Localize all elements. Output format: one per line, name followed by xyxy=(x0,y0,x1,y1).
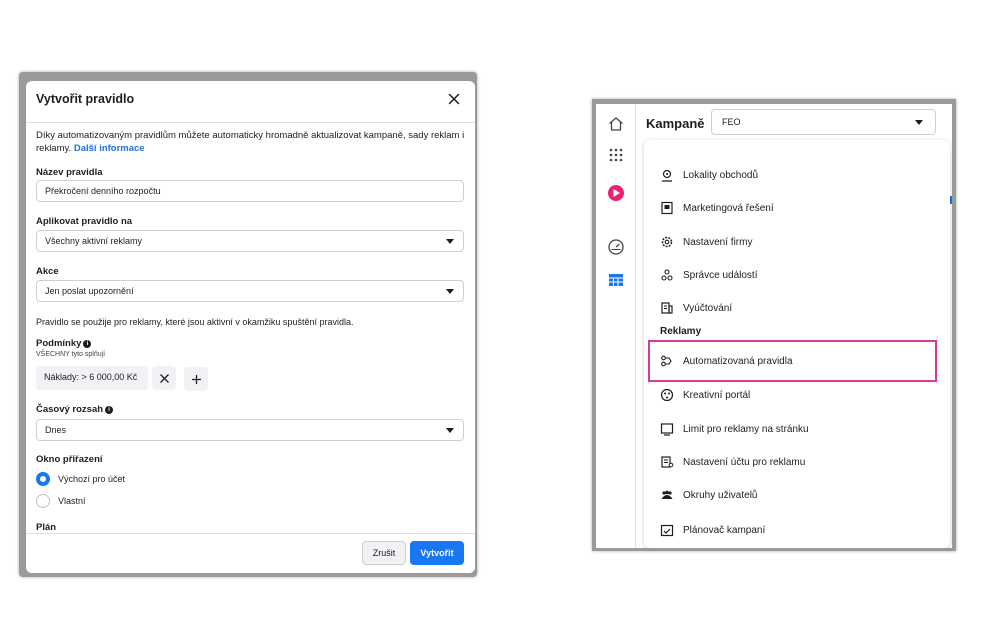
create-button[interactable]: Vytvořit xyxy=(410,541,464,565)
menu-item-store-locations[interactable]: Lokality obchodů xyxy=(660,166,758,184)
close-icon[interactable] xyxy=(445,90,463,108)
menu-item-label: Nastavení účtu pro reklamu xyxy=(683,456,806,468)
info-icon[interactable]: i xyxy=(105,406,114,414)
chevron-down-icon xyxy=(446,428,454,433)
left-nav-rail xyxy=(596,104,636,548)
menu-item-label: Marketingová řešení xyxy=(683,202,774,214)
plus-icon xyxy=(191,374,201,384)
menu-item-creative-hub[interactable]: Kreativní portál xyxy=(660,386,750,404)
campaigns-panel: Kampaně FEO Lokality obchodů Marketingov… xyxy=(596,104,952,548)
store-location-icon xyxy=(660,168,674,182)
menu-item-label: Lokality obchodů xyxy=(683,169,759,181)
grid-menu-icon[interactable] xyxy=(606,145,626,165)
attribution-label: Okno přiřazení xyxy=(36,454,103,465)
menu-item-label: Vyúčtování xyxy=(683,302,733,314)
attribution-option-custom[interactable]: Vlastní xyxy=(36,493,86,509)
page-title: Kampaně xyxy=(646,116,705,131)
menu-item-label: Limit pro reklamy na stránku xyxy=(683,423,809,435)
rule-name-label: Název pravidla xyxy=(36,167,103,178)
dialog-title: Vytvořit pravidlo xyxy=(36,92,135,106)
intro-text: Díky automatizovaným pravidlům můžete au… xyxy=(36,129,466,155)
menu-item-business-settings[interactable]: Nastavení firmy xyxy=(660,233,752,251)
dialog-header: Vytvořit pravidlo xyxy=(26,81,475,123)
chevron-down-icon xyxy=(915,120,923,125)
ad-account-settings-icon xyxy=(660,455,674,469)
highlight-box xyxy=(648,340,937,382)
close-icon xyxy=(159,373,169,383)
more-info-link[interactable]: Další informace xyxy=(74,143,145,154)
events-manager-icon xyxy=(660,268,674,282)
billing-icon xyxy=(660,301,674,315)
section-heading-ads: Reklamy xyxy=(660,326,702,337)
menu-item-campaign-planner[interactable]: Plánovač kampaní xyxy=(660,521,765,539)
account-select[interactable]: FEO xyxy=(711,109,936,135)
page-limit-icon xyxy=(660,422,674,436)
attribution-option-label: Výchozí pro účet xyxy=(58,474,126,484)
apply-to-label: Aplikovat pravidlo na xyxy=(36,216,133,227)
action-label: Akce xyxy=(36,266,59,277)
condition-chip[interactable]: Náklady: > 6 000,00 Kč xyxy=(36,366,148,390)
conditions-sub-label: VŠECHNY tyto splňují xyxy=(36,351,106,358)
menu-item-marketing-solutions[interactable]: Marketingová řešení xyxy=(660,199,774,217)
creative-hub-icon xyxy=(660,388,674,402)
menu-item-label: Kreativní portál xyxy=(683,389,751,401)
table-icon[interactable] xyxy=(606,270,626,290)
apply-to-value: Všechny aktivní reklamy xyxy=(45,236,143,246)
attribution-option-default[interactable]: Výchozí pro účet xyxy=(36,471,125,487)
menu-item-events-manager[interactable]: Správce událostí xyxy=(660,266,758,284)
attribution-option-label: Vlastní xyxy=(58,496,86,506)
account-value: FEO xyxy=(722,117,741,127)
marketing-solutions-icon xyxy=(660,201,674,215)
chevron-down-icon xyxy=(446,239,454,244)
menu-item-label: Správce událostí xyxy=(683,269,758,281)
menu-item-label: Okruhy uživatelů xyxy=(683,489,758,501)
play-ads-icon[interactable] xyxy=(606,183,626,203)
navigation-menu: Lokality obchodů Marketingová řešení Nas… xyxy=(644,140,950,548)
radio-checked[interactable] xyxy=(36,472,50,486)
radio-unchecked[interactable] xyxy=(36,494,50,508)
rule-name-value: Překročení denního rozpočtu xyxy=(45,186,161,196)
home-icon[interactable] xyxy=(606,114,626,134)
cancel-button[interactable]: Zrušit xyxy=(362,541,406,565)
schedule-label: Plán xyxy=(36,522,57,533)
time-range-label-text: Časový rozsah xyxy=(36,404,104,415)
create-rule-dialog: Vytvořit pravidlo Díky automatizovaným p… xyxy=(26,81,475,573)
add-condition-button[interactable] xyxy=(184,367,208,391)
action-select[interactable]: Jen poslat upozornění xyxy=(36,280,464,302)
remove-condition-button[interactable] xyxy=(152,366,176,390)
info-icon[interactable]: i xyxy=(83,340,92,348)
audiences-icon xyxy=(660,488,674,502)
apply-note: Pravidlo se použije pro reklamy, které j… xyxy=(36,317,354,327)
edge-marker xyxy=(950,196,952,204)
chevron-down-icon xyxy=(446,289,454,294)
menu-item-label: Plánovač kampaní xyxy=(683,524,766,536)
rule-name-input[interactable]: Překročení denního rozpočtu xyxy=(36,180,464,202)
gear-icon xyxy=(660,235,674,249)
conditions-label-text: Podmínky xyxy=(36,338,82,349)
condition-text: Náklady: > 6 000,00 Kč xyxy=(44,372,138,382)
action-value: Jen poslat upozornění xyxy=(45,286,134,296)
menu-item-ad-account-settings[interactable]: Nastavení účtu pro reklamu xyxy=(660,453,805,471)
time-range-label: Časový rozsah i xyxy=(36,404,114,415)
time-range-value: Dnes xyxy=(45,425,67,435)
conditions-label: Podmínky i xyxy=(36,338,92,349)
dialog-footer: Zrušit Vytvořit xyxy=(26,533,475,573)
menu-item-billing[interactable]: Vyúčtování xyxy=(660,299,732,317)
menu-item-page-ad-limit[interactable]: Limit pro reklamy na stránku xyxy=(660,420,809,438)
menu-item-audiences[interactable]: Okruhy uživatelů xyxy=(660,486,757,504)
gauge-icon[interactable] xyxy=(606,237,626,257)
campaign-planner-icon xyxy=(660,523,674,537)
time-range-select[interactable]: Dnes xyxy=(36,419,464,441)
apply-to-select[interactable]: Všechny aktivní reklamy xyxy=(36,230,464,252)
menu-item-label: Nastavení firmy xyxy=(683,236,753,248)
